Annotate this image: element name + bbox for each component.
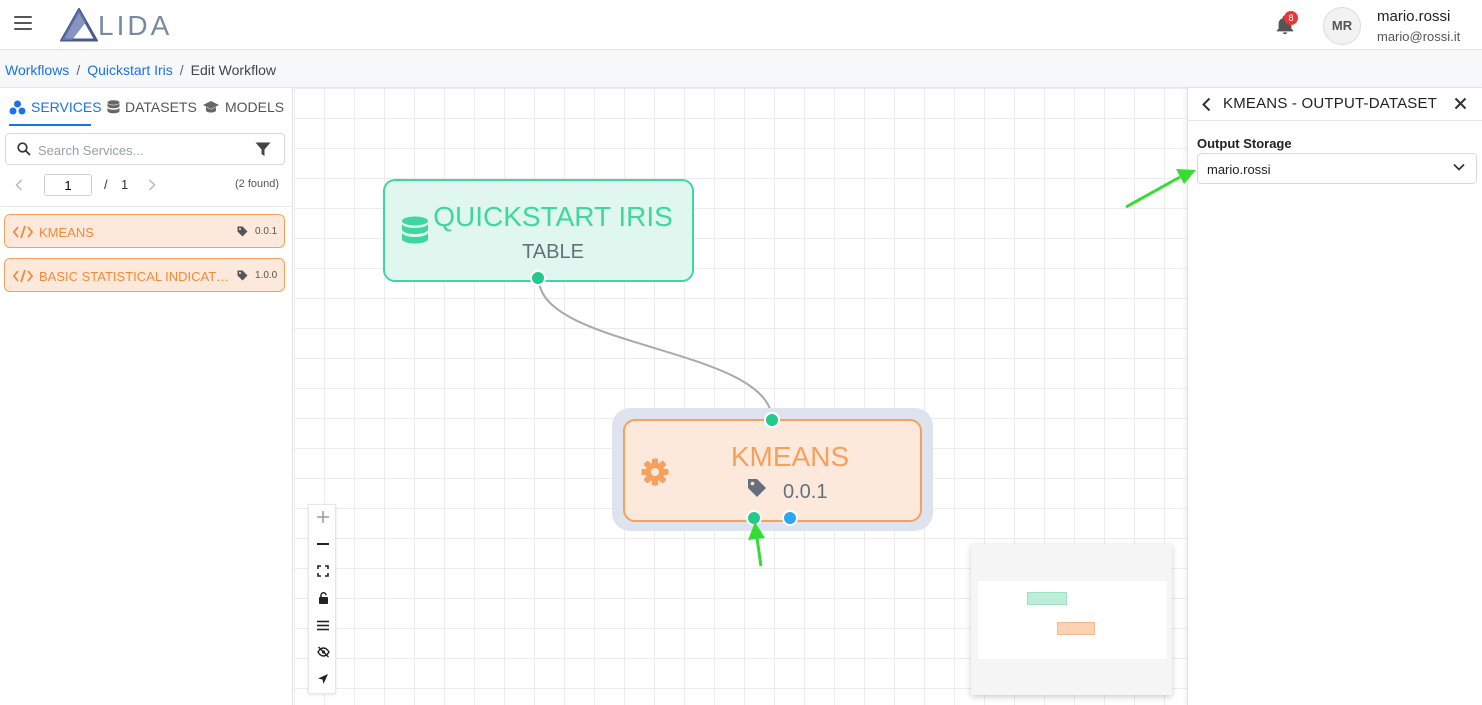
breadcrumb-separator: / [179, 62, 184, 78]
chevron-left-icon[interactable] [15, 179, 23, 191]
node-subtitle: TABLE [522, 241, 584, 263]
workflow-canvas[interactable]: QUICKSTART IRIS TABLE KMEANS 0.0.1 [294, 88, 1187, 705]
pager-total: 1 [121, 177, 129, 192]
hide-button[interactable] [309, 640, 337, 667]
node-title: KMEANS [730, 441, 850, 472]
plus-icon [317, 511, 329, 523]
service-item-basic-statistical-indicators[interactable]: BASIC STATISTICAL INDICATORS 1.0.0 [4, 258, 285, 292]
gear-icon [641, 458, 669, 486]
minimap[interactable] [971, 544, 1172, 695]
properties-panel: KMEANS - OUTPUT-DATASET Output Storage m… [1187, 88, 1482, 705]
search-services-box [5, 133, 285, 165]
tab-services[interactable]: SERVICES [9, 99, 102, 115]
user-avatar[interactable]: MR [1323, 7, 1361, 45]
node-iris-output-port[interactable] [530, 270, 546, 286]
logo-text: LIDA [98, 10, 173, 41]
breadcrumb-quickstart-iris[interactable]: Quickstart Iris [87, 62, 173, 78]
breadcrumb-workflows[interactable]: Workflows [5, 62, 69, 78]
database-icon [107, 99, 120, 113]
chevron-left-icon[interactable] [1202, 97, 1211, 112]
services-icon [9, 100, 26, 114]
app-header: LIDA 8 MR mario.rossi mario@rossi.it [0, 0, 1482, 50]
search-icon [17, 142, 31, 156]
search-services-input[interactable] [38, 140, 238, 160]
tab-models-label: MODELS [225, 99, 285, 115]
zoom-out-button[interactable] [309, 532, 337, 559]
minimap-viewport [978, 581, 1167, 659]
pagination: / 1 (2 found) [0, 174, 293, 198]
output-storage-select[interactable]: mario.rossi [1197, 153, 1477, 184]
breadcrumb: Workflows / Quickstart Iris / Edit Workflow [0, 51, 1482, 88]
breadcrumb-separator: / [76, 62, 81, 78]
sidebar: SERVICES DATASETS MODELS / 1 [0, 88, 293, 705]
node-kmeans[interactable]: KMEANS 0.0.1 [623, 419, 922, 522]
minimap-node-kmeans [1057, 622, 1095, 635]
code-icon [13, 225, 33, 239]
unlock-icon [318, 592, 328, 604]
output-storage-value: mario.rossi [1207, 162, 1271, 177]
workflow-edge[interactable] [538, 278, 773, 421]
tag-icon [748, 479, 766, 497]
breadcrumb-current: Edit Workflow [190, 62, 276, 78]
node-kmeans-input-port[interactable] [764, 412, 780, 428]
service-item-kmeans[interactable]: KMEANS 0.0.1 [4, 214, 285, 248]
user-email: mario@rossi.it [1377, 29, 1461, 44]
service-version: 0.0.1 [255, 226, 278, 237]
zoom-in-button[interactable] [309, 505, 337, 532]
chevron-down-icon [1453, 163, 1465, 171]
divider [0, 206, 293, 207]
lock-button[interactable] [309, 586, 337, 613]
user-name: mario.rossi [1377, 8, 1451, 25]
sidebar-tabs: SERVICES DATASETS MODELS [0, 88, 293, 126]
list-icon [317, 620, 329, 631]
fit-view-button[interactable] [309, 559, 337, 586]
pager-slash: / [104, 177, 108, 192]
panel-header: KMEANS - OUTPUT-DATASET [1188, 88, 1482, 121]
active-tab-indicator [9, 124, 91, 126]
tab-datasets[interactable]: DATASETS [107, 99, 197, 115]
tag-icon [237, 226, 248, 237]
tag-icon [237, 270, 248, 281]
node-kmeans-output-port[interactable] [746, 510, 762, 526]
panel-title: KMEANS - OUTPUT-DATASET [1223, 95, 1438, 112]
page-number-input[interactable] [44, 174, 92, 196]
node-kmeans-output-port-secondary[interactable] [782, 510, 798, 526]
logo-triangle-icon [59, 6, 99, 42]
navigate-button[interactable] [309, 667, 337, 694]
output-storage-label: Output Storage [1197, 136, 1292, 151]
node-quickstart-iris[interactable]: QUICKSTART IRIS TABLE [383, 179, 694, 282]
node-title: QUICKSTART IRIS [433, 201, 673, 232]
minimap-node-iris [1027, 592, 1067, 605]
eye-slash-icon [316, 646, 330, 658]
tab-models[interactable]: MODELS [202, 99, 284, 115]
results-count: (2 found) [235, 178, 280, 190]
chevron-right-icon[interactable] [148, 179, 156, 191]
graduation-cap-icon [203, 101, 219, 113]
fullscreen-icon [317, 565, 329, 577]
tab-datasets-label: DATASETS [125, 99, 197, 115]
service-label: KMEANS [39, 225, 94, 240]
notification-badge: 8 [1284, 11, 1298, 25]
close-icon[interactable] [1454, 97, 1467, 110]
service-label: BASIC STATISTICAL INDICATORS [39, 269, 229, 284]
app-logo[interactable]: LIDA [59, 6, 180, 42]
service-version: 1.0.0 [255, 270, 278, 281]
minus-icon [317, 543, 329, 545]
filter-icon[interactable] [255, 142, 271, 157]
location-arrow-icon [318, 674, 328, 684]
tab-services-label: SERVICES [31, 99, 102, 115]
hamburger-menu-icon[interactable] [14, 16, 32, 32]
canvas-controls [308, 504, 336, 694]
menu-button[interactable] [309, 613, 337, 640]
code-icon [13, 269, 33, 283]
node-version: 0.0.1 [783, 481, 828, 503]
